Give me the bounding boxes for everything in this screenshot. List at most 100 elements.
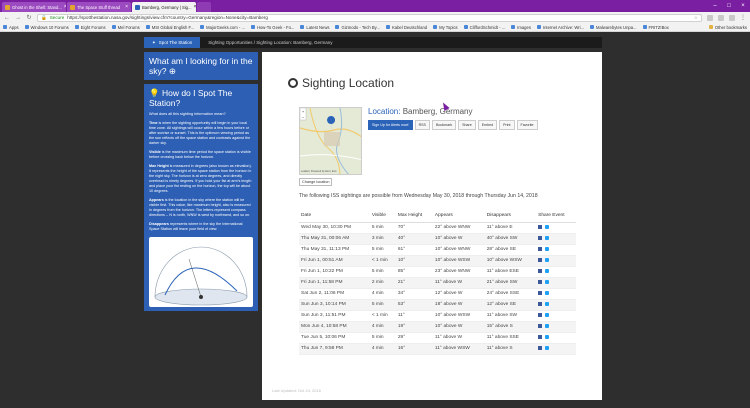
table-cell: 22° above WNW — [432, 222, 485, 234]
bookmark[interactable]: Windows 10 Forums — [24, 25, 69, 30]
twitter-icon[interactable] — [545, 323, 550, 328]
twitter-icon[interactable] — [545, 246, 550, 251]
location-map[interactable]: + − Leaflet | Powered by Esri | Esri — [299, 107, 362, 175]
close-icon[interactable]: × — [194, 4, 197, 10]
page-title-row: Sighting Location — [288, 76, 394, 90]
twitter-icon[interactable] — [545, 224, 550, 229]
twitter-icon[interactable] — [545, 257, 550, 262]
breadcrumb[interactable]: Sighting Opportunities / Sighting Locati… — [200, 40, 332, 45]
forward-icon[interactable]: → — [15, 15, 21, 21]
facebook-icon[interactable] — [538, 268, 543, 273]
twitter-icon[interactable] — [545, 279, 550, 284]
table-cell: 10° above WSW — [432, 255, 485, 267]
extension-icon[interactable] — [707, 14, 713, 21]
bookmark-label: FRITZ!Box — [648, 24, 669, 30]
bookmark[interactable]: Gizmodo - Tech By... — [335, 24, 380, 30]
facebook-icon[interactable] — [538, 323, 543, 328]
bookmark-label: CliffordSchmidt - ... — [469, 24, 506, 30]
favicon — [5, 4, 10, 10]
facebook-icon[interactable] — [538, 301, 543, 306]
bookmark[interactable]: My Topics — [433, 25, 458, 30]
site-logo[interactable]: ✦ Spot The Station — [144, 37, 201, 48]
facebook-icon[interactable] — [538, 224, 543, 229]
bookmark[interactable]: MajorGeeks.com - ... — [200, 25, 245, 30]
bookmark-label: Gizmodo - Tech By... — [341, 24, 380, 30]
rss-button[interactable]: RSS — [414, 120, 430, 130]
looking-for-panel[interactable]: What am I looking for in the sky? ⊕ — [144, 52, 258, 80]
change-location-button[interactable]: Change location — [299, 178, 333, 186]
bookmark[interactable]: FRITZ!Box — [642, 24, 669, 30]
table-cell: 5 min — [369, 332, 396, 344]
twitter-icon[interactable] — [545, 345, 550, 350]
embed-button[interactable]: Embed — [477, 120, 498, 130]
sign-up-alerts-button[interactable]: Sign Up for Alerts now! — [368, 120, 413, 130]
share-cell — [536, 255, 576, 267]
minimize-icon[interactable]: – — [708, 3, 722, 9]
twitter-icon[interactable] — [545, 312, 550, 317]
url-field[interactable]: 🔒 Secure https://spotthestation.nasa.gov… — [37, 13, 702, 22]
bookmark-icon — [250, 25, 255, 29]
extension-icon[interactable] — [718, 14, 724, 21]
facebook-icon[interactable] — [538, 235, 543, 240]
reload-icon[interactable]: ↻ — [26, 14, 32, 21]
other-bookmarks[interactable]: Other bookmarks — [708, 25, 747, 30]
bookmark-button[interactable]: Bookmark — [431, 120, 457, 130]
star-icon[interactable]: ☆ — [694, 15, 698, 21]
table-cell: 40° — [395, 233, 433, 245]
facebook-icon[interactable] — [538, 279, 543, 284]
table-cell: 11° above ESE — [484, 266, 537, 278]
close-icon[interactable]: × — [125, 4, 128, 10]
bookmark-icon — [145, 25, 150, 29]
facebook-icon[interactable] — [538, 290, 543, 295]
bookmark[interactable]: Latest News — [300, 25, 329, 30]
browser-tab[interactable]: The Space Stuff thread × — [67, 2, 131, 12]
twitter-icon[interactable] — [545, 290, 550, 295]
twitter-icon[interactable] — [545, 301, 550, 306]
close-icon[interactable]: × — [64, 4, 66, 10]
back-icon[interactable]: ← — [4, 15, 10, 21]
table-cell: 10° above WSW — [484, 255, 537, 267]
bookmark[interactable]: Mel Forums — [111, 25, 140, 30]
browser-tab-active[interactable]: Bamberg, Germany | Sig... × — [132, 2, 196, 12]
bookmark[interactable]: Eight Forums — [74, 25, 106, 30]
print-button[interactable]: Print — [499, 120, 515, 130]
table-cell: 29° — [395, 332, 433, 344]
facebook-icon[interactable] — [538, 345, 543, 350]
facebook-icon[interactable] — [538, 334, 543, 339]
bookmark[interactable]: Malwarebytes Unpa... — [590, 25, 637, 30]
bookmark[interactable]: CliffordSchmidt - ... — [463, 24, 506, 30]
apps-icon — [3, 25, 7, 29]
term: Max Height — [149, 164, 169, 168]
twitter-icon[interactable] — [545, 268, 550, 273]
table-cell: 11° — [395, 310, 433, 322]
bookmark-icon — [335, 25, 340, 29]
bookmark[interactable]: Internet Archive: Wri... — [536, 25, 584, 30]
maximize-icon[interactable]: □ — [722, 3, 736, 9]
browser-tab[interactable]: Ghost in the Shell: Stand... × — [2, 2, 66, 12]
definition-text: is measured in degrees (also known as el… — [149, 164, 252, 193]
facebook-icon[interactable] — [538, 246, 543, 251]
bookmark[interactable]: Apps — [3, 25, 19, 30]
close-window-icon[interactable]: × — [736, 3, 750, 9]
twitter-icon[interactable] — [545, 334, 550, 339]
new-tab-button[interactable] — [197, 2, 211, 12]
twitter-icon[interactable] — [545, 235, 550, 240]
menu-icon[interactable]: ⋮ — [740, 14, 746, 21]
bookmark[interactable]: Images — [511, 25, 531, 30]
share-cell — [536, 222, 576, 234]
table-cell: 10° above WSW — [432, 310, 485, 322]
table-cell: 10° — [395, 255, 433, 267]
share-button[interactable]: Share — [458, 120, 476, 130]
facebook-icon[interactable] — [538, 257, 543, 262]
favorite-button[interactable]: Favorite — [516, 120, 538, 130]
bookmark[interactable]: MSI Global English F... — [145, 25, 194, 30]
table-cell: 53° — [395, 299, 433, 311]
map-tiles: + − — [300, 108, 361, 174]
last-updated: Last Updated: Oct 24, 2016 — [272, 388, 321, 393]
extension-icon[interactable] — [729, 14, 735, 21]
sightings-summary: The following ISS sightings are possible… — [299, 193, 538, 199]
bookmark[interactable]: Kabel Deutschland — [385, 25, 427, 30]
bookmark[interactable]: How-To Geek - Fo... — [250, 25, 294, 30]
arrow-down-circle-icon: ⊕ — [168, 66, 176, 76]
facebook-icon[interactable] — [538, 312, 543, 317]
